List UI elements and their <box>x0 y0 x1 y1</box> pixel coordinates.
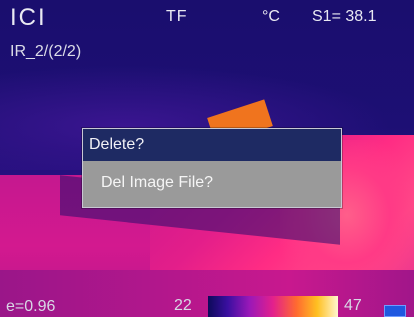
battery-icon <box>384 305 406 317</box>
color-palette-bar <box>208 296 338 317</box>
dialog-title: Delete? <box>83 129 341 161</box>
scale-max-label: 47 <box>344 297 362 314</box>
temperature-unit: °C <box>262 8 280 25</box>
scale-min-label: 22 <box>174 297 192 314</box>
thermal-camera-screen: ICI IR_2/(2/2) TF °C S1= 38.1 e=0.96 22 … <box>0 0 414 317</box>
spot-temperature-readout: S1= 38.1 <box>312 8 377 25</box>
emissivity-readout: e=0.96 <box>6 298 56 315</box>
brand-logo: ICI <box>10 4 47 31</box>
measurement-mode: TF <box>166 8 188 25</box>
dialog-message: Del Image File? <box>101 174 214 191</box>
delete-confirm-dialog[interactable]: Delete? Del Image File? <box>82 128 342 208</box>
image-file-label: IR_2/(2/2) <box>10 43 82 60</box>
